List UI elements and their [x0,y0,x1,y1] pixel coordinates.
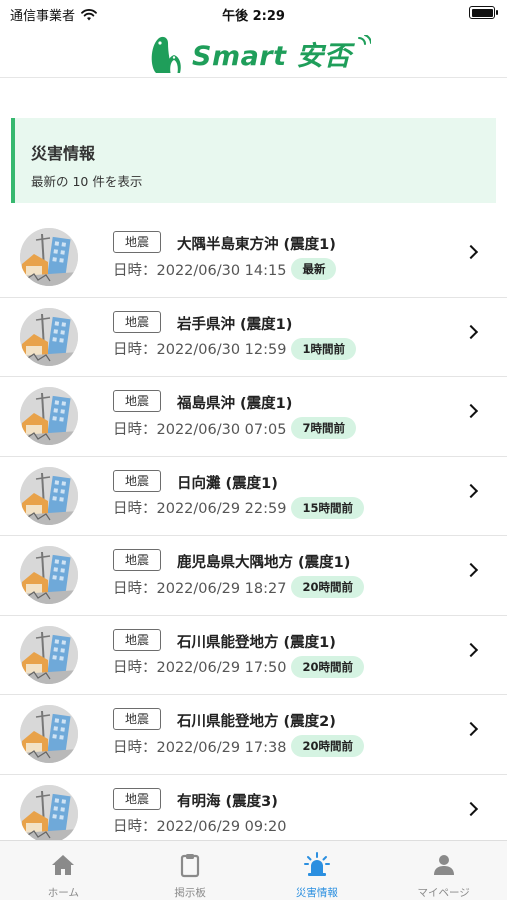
elapsed-badge: 15時間前 [291,496,364,519]
chevron-right-icon [463,642,479,657]
disaster-title: 岩手県沖 (震度1) [177,316,293,333]
earthquake-thumbnail-icon [20,705,78,763]
penguin-logo-icon [151,36,181,73]
disaster-datetime-line: 日時：2022/06/29 22:59 15時間前 [113,496,364,519]
tab-bulletin-label: 掲示板 [174,887,206,899]
tab-disaster-info[interactable]: 災害情報 [254,841,381,900]
tab-my-page[interactable]: マイページ [380,841,507,900]
disaster-title: 大隅半島東方沖 (震度1) [177,237,336,253]
disaster-list-item[interactable]: 地震 鹿児島県大隅地方 (震度1) 日時：2022/06/29 18:27 20… [0,536,507,616]
disaster-list-item[interactable]: 地震 日向灘 (震度1) 日時：2022/06/29 22:59 15時間前 [0,457,507,536]
status-bar: 通信事業者 午後 2:29 [0,0,507,28]
disaster-datetime-line: 日時：2022/06/29 09:20 [113,815,286,836]
disaster-datetime-line: 日時：2022/06/30 12:59 1時間前 [113,337,356,360]
alarm-light-icon [303,852,330,876]
elapsed-badge: 20時間前 [291,655,364,678]
disaster-list-item[interactable]: 地震 石川県能登地方 (震度1) 日時：2022/06/29 17:50 20時… [0,616,507,695]
home-icon [52,855,75,875]
chevron-right-icon [463,244,479,260]
earthquake-thumbnail-icon [20,466,78,525]
person-icon [433,855,454,875]
disaster-datetime: 日時：2022/06/30 14:15 [113,262,287,279]
disaster-list-item[interactable]: 地震 石川県能登地方 (震度2) 日時：2022/06/29 17:38 20時… [0,695,507,775]
disaster-type-tag: 地震 [113,787,162,810]
app-logo: Smart 安否 [146,30,372,76]
disaster-info-banner: 災害情報 最新の 10 件を表示 [11,118,496,203]
elapsed-badge: 7時間前 [291,417,356,439]
earthquake-thumbnail-icon [20,387,78,445]
tab-disaster-label: 災害情報 [295,887,338,899]
chevron-right-icon [463,403,479,419]
disaster-datetime-line: 日時：2022/06/30 07:05 7時間前 [113,417,356,439]
disaster-type-tag: 地震 [113,469,162,492]
earthquake-thumbnail-icon [20,228,78,286]
app-header: Smart 安否 [0,28,507,78]
tab-bar: ホーム 掲示板 災害情報 マイページ [0,840,507,900]
disaster-datetime-line: 日時：2022/06/29 18:27 20時間前 [113,576,364,598]
disaster-list-item[interactable]: 地震 有明海 (震度3) 日時：2022/06/29 09:20 [0,775,507,840]
elapsed-badge: 最新 [291,258,337,280]
clock: 午後 2:29 [222,9,285,24]
disaster-title: 石川県能登地方 (震度1) [177,634,336,651]
disaster-type-tag: 地震 [113,628,162,651]
chevron-right-icon [463,324,479,339]
disaster-list-item[interactable]: 地震 大隅半島東方沖 (震度1) 日時：2022/06/30 14:15 最新 [0,218,507,298]
elapsed-badge: 20時間前 [291,735,364,757]
tab-home-label: ホーム [47,887,79,899]
disaster-datetime: 日時：2022/06/29 18:27 [113,580,287,597]
disaster-datetime: 日時：2022/06/30 12:59 [113,342,287,358]
disaster-list-item[interactable]: 地震 岩手県沖 (震度1) 日時：2022/06/30 12:59 1時間前 [0,298,507,377]
disaster-datetime: 日時：2022/06/29 22:59 [113,501,287,517]
banner-subtitle: 最新の 10 件を表示 [31,174,143,189]
clipboard-icon [181,854,200,878]
logo-wordmark: Smart 安否 [192,40,352,72]
tab-home[interactable]: ホーム [0,841,127,900]
disaster-title: 日向灘 (震度1) [177,475,278,492]
chevron-right-icon [463,721,479,737]
disaster-list-item[interactable]: 地震 福島県沖 (震度1) 日時：2022/06/30 07:05 7時間前 [0,377,507,457]
chevron-right-icon [463,483,479,498]
disaster-type-tag: 地震 [113,390,162,412]
disaster-datetime-line: 日時：2022/06/29 17:38 20時間前 [113,735,364,757]
elapsed-badge: 20時間前 [291,576,364,598]
disaster-datetime: 日時：2022/06/29 17:50 [113,660,287,676]
signal-waves-icon [358,35,372,45]
disaster-list: 地震 大隅半島東方沖 (震度1) 日時：2022/06/30 14:15 最新 [0,218,507,840]
disaster-title: 石川県能登地方 (震度2) [177,714,336,730]
tab-mypage-label: マイページ [417,887,470,899]
chevron-right-icon [463,562,479,578]
earthquake-thumbnail-icon [20,307,78,366]
battery-icon [469,6,498,19]
disaster-type-tag: 地震 [113,231,162,253]
disaster-type-tag: 地震 [113,549,162,571]
disaster-datetime: 日時：2022/06/29 09:20 [113,818,287,835]
disaster-title: 鹿児島県大隅地方 (震度1) [177,555,351,571]
earthquake-thumbnail-icon [20,625,78,684]
disaster-type-tag: 地震 [113,708,162,730]
disaster-type-tag: 地震 [113,310,162,333]
disaster-datetime-line: 日時：2022/06/30 14:15 最新 [113,258,337,280]
disaster-datetime: 日時：2022/06/29 17:38 [113,739,287,756]
disaster-datetime: 日時：2022/06/30 07:05 [113,421,287,438]
earthquake-thumbnail-icon [20,784,78,840]
disaster-title: 有明海 (震度3) [177,793,278,810]
banner-title: 災害情報 [31,144,96,163]
tab-bulletin-board[interactable]: 掲示板 [127,841,254,900]
earthquake-thumbnail-icon [20,546,78,604]
elapsed-badge: 1時間前 [291,337,356,360]
disaster-title: 福島県沖 (震度1) [177,396,293,412]
chevron-right-icon [463,801,479,816]
disaster-datetime-line: 日時：2022/06/29 17:50 20時間前 [113,655,364,678]
